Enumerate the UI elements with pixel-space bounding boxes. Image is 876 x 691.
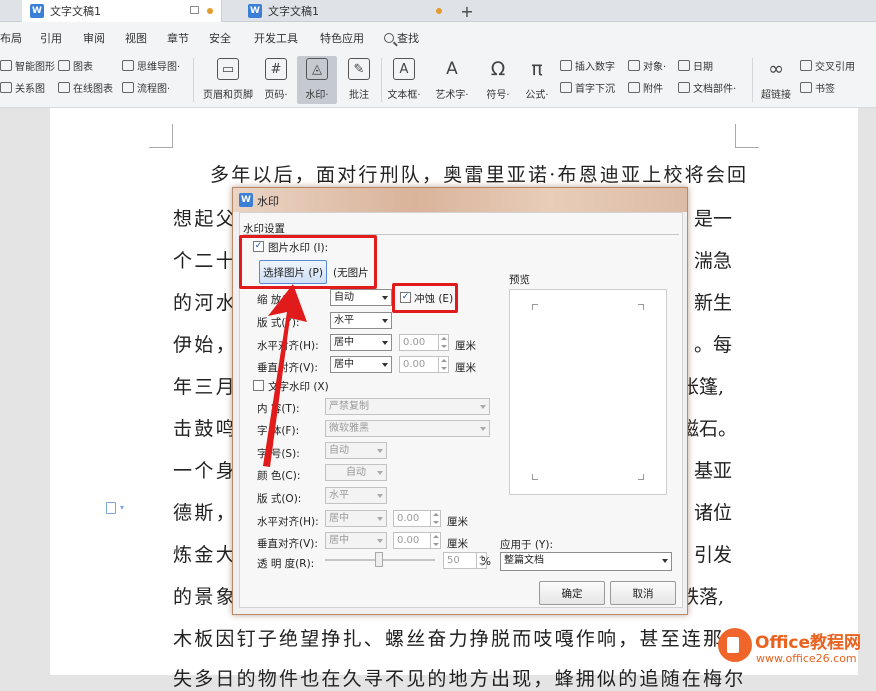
logo-url: www.office26.com [756, 652, 857, 665]
office-logo-icon [718, 628, 752, 662]
annotation-arrow [263, 284, 307, 467]
logo-text: Office教程网 [755, 633, 862, 653]
red-arrow-icon [263, 284, 307, 467]
office26-logo: Office教程网 www.office26.com [718, 622, 876, 675]
